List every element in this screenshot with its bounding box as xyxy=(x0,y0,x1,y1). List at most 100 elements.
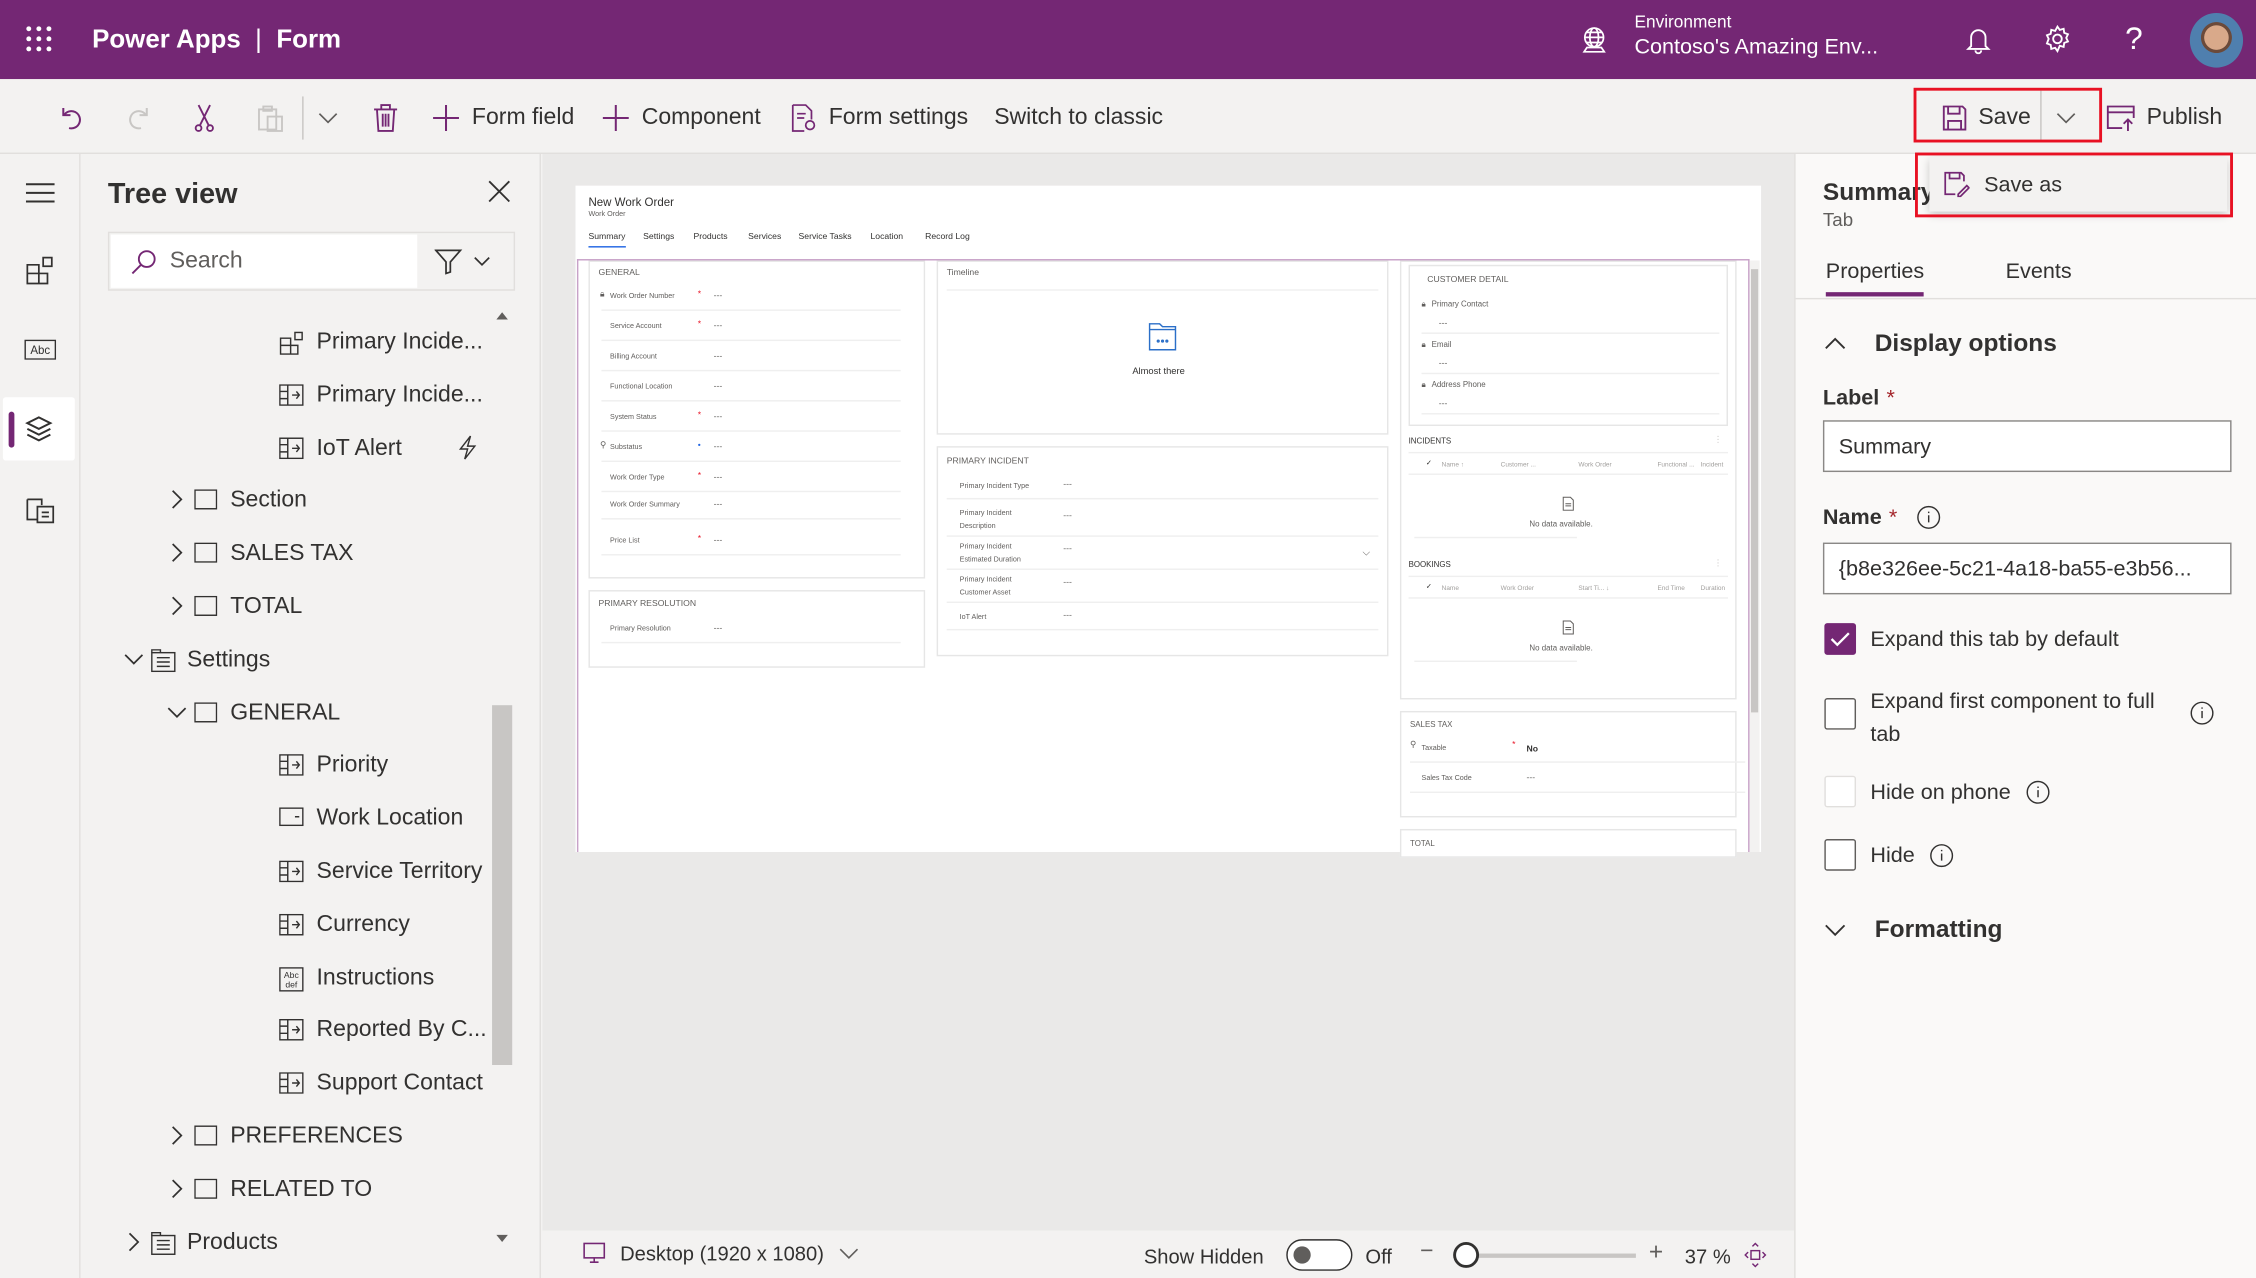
zoom-out-button[interactable]: − xyxy=(1420,1239,1433,1265)
chevron-right-icon[interactable] xyxy=(167,1125,187,1145)
field-value[interactable]: --- xyxy=(714,537,723,547)
field-value[interactable]: --- xyxy=(714,473,723,483)
paste-button[interactable] xyxy=(256,99,285,136)
form-tab-settings[interactable]: Settings xyxy=(643,233,674,243)
tree-item-iot-alert[interactable]: IoT Alert xyxy=(253,427,477,470)
field-value[interactable]: --- xyxy=(1527,774,1536,784)
tree-item-instructions[interactable]: Abc def Instructions xyxy=(253,956,434,999)
expand-first-component-checkbox[interactable] xyxy=(1824,698,1857,730)
field-value[interactable]: --- xyxy=(1063,612,1072,622)
form-tab-service-tasks[interactable]: Service Tasks xyxy=(799,233,852,243)
filter-button[interactable] xyxy=(434,249,498,275)
more-options-icon[interactable]: ⋮ xyxy=(1714,436,1723,446)
field-value[interactable]: --- xyxy=(714,292,723,302)
chevron-down-icon[interactable] xyxy=(167,702,187,722)
select-all-checkmark[interactable]: ✓ xyxy=(1426,459,1432,469)
info-icon[interactable] xyxy=(1929,843,1953,868)
tree-item-preferences[interactable]: PREFERENCES xyxy=(172,1115,403,1158)
more-options-icon[interactable]: ⋮ xyxy=(1714,560,1723,570)
label-input[interactable]: Summary xyxy=(1822,420,2232,473)
form-tab-location[interactable]: Location xyxy=(870,233,903,243)
form-scrollbar[interactable] xyxy=(1749,260,1760,853)
column-header[interactable]: Name ↑ xyxy=(1442,459,1464,469)
chevron-right-icon[interactable] xyxy=(167,490,187,510)
field-value[interactable]: --- xyxy=(714,322,723,332)
cut-button[interactable] xyxy=(191,99,217,136)
column-header[interactable]: Customer ... xyxy=(1501,459,1536,469)
form-tab-record-log[interactable]: Record Log xyxy=(925,233,970,243)
field-value[interactable]: --- xyxy=(1439,360,1448,370)
field-value[interactable]: --- xyxy=(714,353,723,363)
publish-button[interactable]: Publish xyxy=(2106,99,2222,136)
zoom-slider[interactable] xyxy=(1453,1253,1636,1258)
select-all-checkmark[interactable]: ✓ xyxy=(1426,583,1432,593)
switch-to-classic-button[interactable]: Switch to classic xyxy=(994,99,1163,136)
rail-fields-button[interactable]: Abc xyxy=(0,318,81,381)
device-selector[interactable]: Desktop (1920 x 1080) xyxy=(583,1242,859,1265)
tree-item-work-location[interactable]: Work Location xyxy=(253,798,463,841)
info-icon[interactable] xyxy=(2190,701,2214,725)
app-name[interactable]: Power Apps xyxy=(92,24,241,54)
scroll-down-arrow[interactable] xyxy=(496,1234,508,1243)
show-hidden-toggle[interactable] xyxy=(1286,1239,1353,1271)
undo-button[interactable] xyxy=(58,99,87,136)
tree-item-settings[interactable]: Settings xyxy=(124,639,270,682)
gear-icon[interactable] xyxy=(2043,24,2072,54)
form-tab-products[interactable]: Products xyxy=(693,233,727,243)
field-value[interactable]: No xyxy=(1527,746,1539,756)
bell-icon[interactable] xyxy=(1965,26,1991,55)
tree-item-primary-incide[interactable]: Primary Incide... xyxy=(253,321,483,364)
form-tab-services[interactable]: Services xyxy=(748,233,781,243)
field-value[interactable]: --- xyxy=(1439,400,1448,410)
field-value[interactable]: --- xyxy=(714,383,723,393)
hide-on-phone-checkbox[interactable] xyxy=(1824,775,1857,808)
field-value[interactable]: --- xyxy=(714,625,723,635)
chevron-right-icon[interactable] xyxy=(167,1178,187,1198)
more-commands-chevron[interactable] xyxy=(317,99,340,136)
column-header[interactable]: Functional ... xyxy=(1657,459,1694,469)
rail-tree-view-button[interactable] xyxy=(2,397,75,461)
avatar[interactable] xyxy=(2189,12,2244,68)
tree-item-support-contact[interactable]: Support Contact xyxy=(253,1062,483,1105)
component-button[interactable]: Component xyxy=(601,99,761,136)
tree-item-general[interactable]: GENERAL xyxy=(167,692,340,735)
tree-item-related-to[interactable]: RELATED TO xyxy=(172,1168,372,1211)
tab-properties[interactable]: Properties xyxy=(1825,259,1925,297)
tree-item-products[interactable]: Products xyxy=(128,1221,278,1264)
field-value[interactable]: --- xyxy=(1063,545,1072,555)
rail-form-libraries-button[interactable] xyxy=(0,478,81,541)
form-scrollbar-thumb[interactable] xyxy=(1750,269,1759,713)
search-input[interactable]: Search xyxy=(110,234,418,288)
tree-item-reported-by-c[interactable]: Reported By C... xyxy=(253,1009,487,1052)
field-value[interactable]: --- xyxy=(1063,579,1072,589)
rail-components-button[interactable] xyxy=(0,239,81,302)
chevron-right-icon[interactable] xyxy=(124,1231,144,1251)
field-value[interactable]: --- xyxy=(714,443,723,453)
tree-item-service-territory[interactable]: Service Territory xyxy=(253,851,482,894)
chevron-down-icon[interactable]: ⌵ xyxy=(1363,548,1371,558)
name-input[interactable]: {b8e326ee-5c21-4a18-ba55-e3b56... xyxy=(1822,542,2232,595)
hide-checkbox[interactable] xyxy=(1824,839,1857,871)
waffle-icon[interactable] xyxy=(24,24,53,53)
form-field-button[interactable]: Form field xyxy=(432,99,574,136)
field-value[interactable]: --- xyxy=(1439,320,1448,330)
chevron-right-icon[interactable] xyxy=(167,596,187,616)
tree-scrollbar-thumb[interactable] xyxy=(492,705,513,1066)
delete-button[interactable] xyxy=(373,99,399,136)
tree-item-total[interactable]: TOTAL xyxy=(172,586,302,629)
tab-events[interactable]: Events xyxy=(2006,259,2072,283)
field-value[interactable]: --- xyxy=(714,501,723,511)
column-header[interactable]: Work Order xyxy=(1501,583,1534,593)
redo-button[interactable] xyxy=(124,99,153,136)
globe-icon[interactable] xyxy=(1580,26,1609,55)
field-value[interactable]: --- xyxy=(714,413,723,423)
tree-item-primary-incide[interactable]: Primary Incide... xyxy=(253,374,483,417)
field-value[interactable]: --- xyxy=(1063,512,1072,522)
environment-name[interactable]: Contoso's Amazing Env... xyxy=(1634,35,1878,59)
info-icon[interactable] xyxy=(1916,505,1940,529)
field-value[interactable]: --- xyxy=(1063,481,1072,491)
tree-item-sales-tax[interactable]: SALES TAX xyxy=(172,533,353,576)
column-header[interactable]: Incident xyxy=(1701,459,1724,469)
scroll-up-arrow[interactable] xyxy=(496,312,508,320)
tree-item-section[interactable]: Section xyxy=(172,480,307,523)
